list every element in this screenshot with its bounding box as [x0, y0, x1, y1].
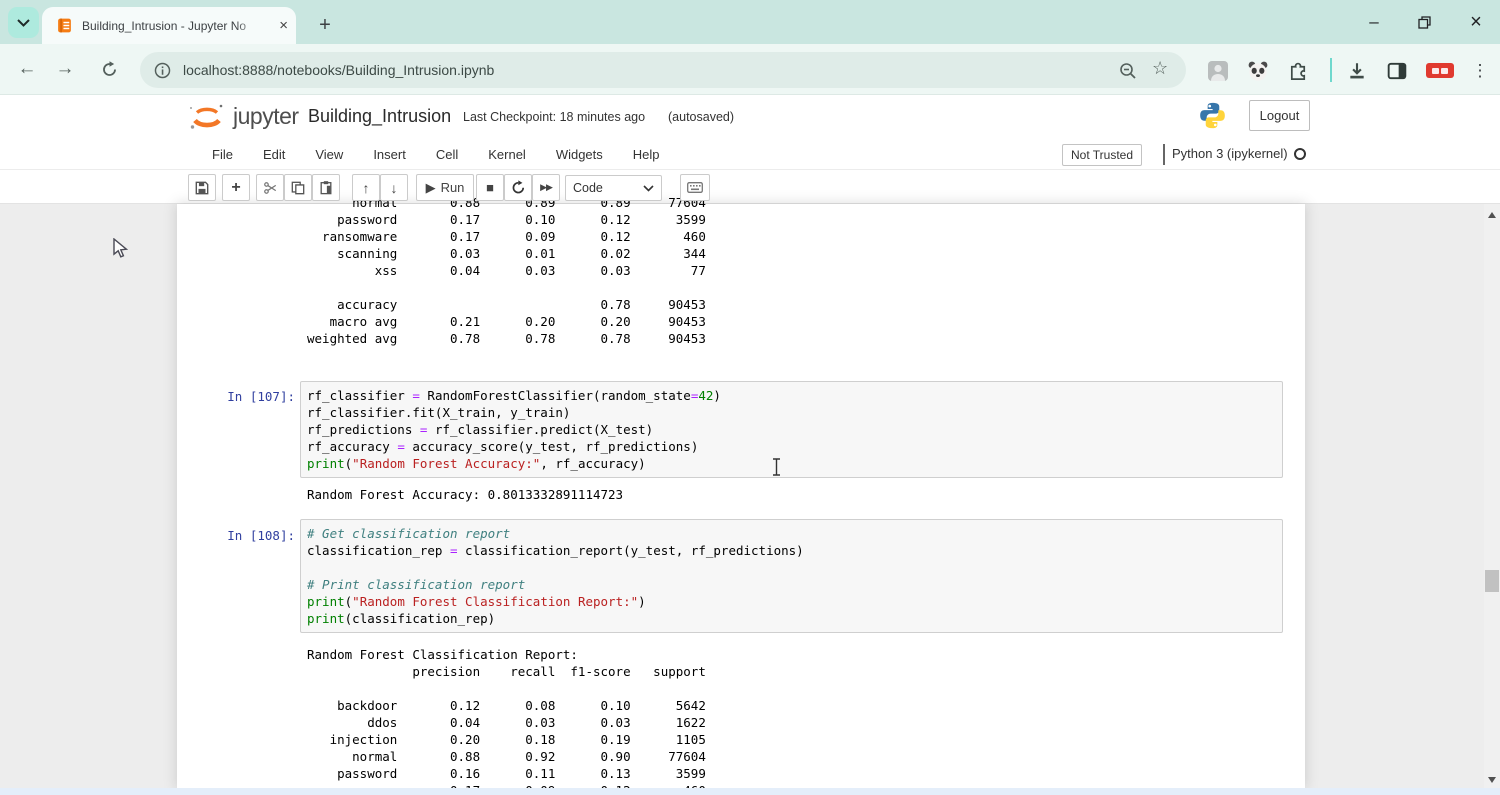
url-bar[interactable]: localhost:8888/notebooks/Building_Intrus…: [140, 52, 1186, 88]
run-button[interactable]: ▶ Run: [416, 174, 474, 201]
jupyter-logo-icon[interactable]: [188, 102, 230, 132]
command-palette-button[interactable]: [680, 174, 710, 201]
classification-report-output-top: normal 0.88 0.89 0.89 77604 password 0.1…: [307, 194, 706, 347]
logout-button[interactable]: Logout: [1249, 100, 1310, 131]
scrollbar-up-arrow[interactable]: [1484, 207, 1500, 223]
taskbar-strip: [0, 788, 1500, 795]
zoom-indicator-icon[interactable]: [1118, 61, 1138, 81]
tab-close-icon[interactable]: ×: [279, 18, 288, 33]
menu-file[interactable]: File: [197, 140, 248, 170]
scrollbar-down-arrow[interactable]: [1484, 772, 1500, 788]
move-cell-down-button[interactable]: ↓: [380, 174, 408, 201]
run-play-icon: ▶: [426, 181, 436, 194]
cut-cell-button[interactable]: [256, 174, 284, 201]
jupyter-notebook-favicon: [56, 17, 73, 34]
mouse-cursor: [113, 238, 132, 260]
cell-107-prompt: In [107]:: [215, 388, 295, 405]
cell-108-code-input[interactable]: # Get classification report classificati…: [300, 519, 1283, 633]
add-cell-button[interactable]: +: [222, 174, 250, 201]
keyboard-icon: [687, 182, 703, 193]
jupyter-logo-text[interactable]: jupyter: [233, 101, 299, 131]
menu-insert[interactable]: Insert: [358, 140, 421, 170]
cell-type-value: Code: [573, 181, 603, 195]
restore-icon: [1418, 16, 1431, 29]
kernel-name[interactable]: Python 3 (ipykernel): [1172, 146, 1288, 161]
window-restore-button[interactable]: [1404, 8, 1444, 36]
downloads-icon[interactable]: [1345, 59, 1369, 83]
panda-extension-icon[interactable]: [1246, 59, 1270, 83]
scrollbar-track[interactable]: [1484, 204, 1500, 788]
extension-separator: [1330, 58, 1332, 82]
url-text[interactable]: localhost:8888/notebooks/Building_Intrus…: [183, 62, 494, 78]
menu-widgets[interactable]: Widgets: [541, 140, 618, 170]
menu-help[interactable]: Help: [618, 140, 675, 170]
notebook-title[interactable]: Building_Intrusion: [308, 99, 451, 133]
restart-icon: [511, 180, 526, 195]
menu-cell[interactable]: Cell: [421, 140, 473, 170]
copy-icon: [291, 181, 305, 195]
chevron-down-icon: [17, 19, 30, 27]
extensions-puzzle-icon[interactable]: [1286, 59, 1310, 83]
interrupt-kernel-button[interactable]: ■: [476, 174, 504, 201]
menu-edit[interactable]: Edit: [248, 140, 300, 170]
trust-status-badge[interactable]: Not Trusted: [1062, 144, 1142, 166]
reload-icon: [101, 61, 118, 78]
menu-items: File Edit View Insert Cell Kernel Widget…: [197, 140, 675, 170]
autosaved-status: (autosaved): [668, 101, 734, 133]
window-minimize-button[interactable]: –: [1354, 8, 1394, 36]
reload-button[interactable]: [95, 55, 123, 83]
paste-icon: [319, 180, 333, 195]
run-label: Run: [441, 180, 465, 195]
restart-kernel-button[interactable]: [504, 174, 532, 201]
kernel-idle-indicator: [1294, 148, 1306, 160]
python-logo-icon: [1198, 101, 1227, 130]
menu-kernel[interactable]: Kernel: [473, 140, 541, 170]
text-cursor: [772, 458, 781, 476]
browser-window: Building_Intrusion - Jupyter No × + – × …: [0, 0, 1500, 795]
new-tab-button[interactable]: +: [311, 11, 339, 39]
menu-view[interactable]: View: [300, 140, 358, 170]
save-button[interactable]: [188, 174, 216, 201]
site-info-icon[interactable]: [154, 62, 171, 79]
window-close-button[interactable]: ×: [1456, 8, 1496, 36]
cell-type-select[interactable]: Code: [565, 175, 662, 201]
tab-title: Building_Intrusion - Jupyter No: [82, 19, 262, 33]
cell-107-output: Random Forest Accuracy: 0.80133328911147…: [307, 486, 623, 503]
side-panel-icon[interactable]: [1385, 59, 1409, 83]
cell-108-prompt: In [108]:: [215, 527, 295, 544]
checkpoint-status: Last Checkpoint: 18 minutes ago: [463, 101, 645, 133]
chevron-down-icon: [643, 185, 654, 192]
back-button[interactable]: ←: [13, 55, 41, 83]
browser-menu-kebab-icon[interactable]: ⋮: [1466, 57, 1494, 85]
red-extension-icon[interactable]: [1426, 63, 1454, 78]
forward-button[interactable]: →: [51, 55, 79, 83]
restart-run-all-button[interactable]: ▶▶: [532, 174, 560, 201]
scrollbar-thumb[interactable]: [1485, 570, 1499, 592]
paste-cell-button[interactable]: [312, 174, 340, 201]
bookmark-star-icon[interactable]: ☆: [1152, 58, 1168, 79]
tab-search-button[interactable]: [8, 7, 39, 38]
copy-cell-button[interactable]: [284, 174, 312, 201]
cell-108-output: Random Forest Classification Report: pre…: [307, 646, 706, 795]
profile-extension-icon[interactable]: [1206, 59, 1230, 83]
save-icon: [195, 181, 209, 195]
scissors-icon: [263, 181, 278, 195]
move-cell-up-button[interactable]: ↑: [352, 174, 380, 201]
browser-tab[interactable]: Building_Intrusion - Jupyter No ×: [42, 7, 296, 44]
cell-107-code-input[interactable]: rf_classifier = RandomForestClassifier(r…: [300, 381, 1283, 478]
kernel-separator: [1163, 144, 1165, 165]
